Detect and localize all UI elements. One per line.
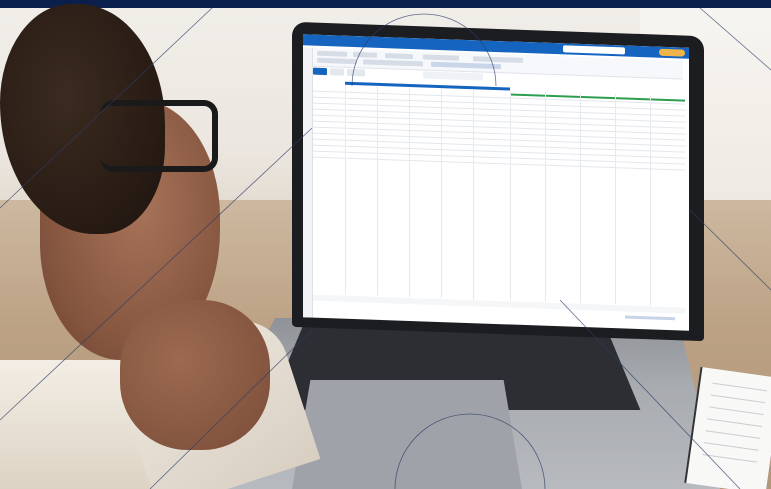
grid-col-line — [650, 95, 651, 306]
grid-col-line — [345, 84, 346, 295]
person-glasses — [100, 100, 218, 172]
notebook-line — [707, 418, 762, 427]
grid-row-line — [313, 156, 685, 171]
filter-chip — [317, 50, 347, 57]
grid-col-line — [510, 90, 511, 301]
filter-chip — [363, 59, 423, 67]
photo-scene — [0, 0, 771, 489]
search-box — [423, 71, 483, 81]
grid-col-line — [615, 94, 616, 305]
grid-col-line — [545, 91, 546, 302]
person-hand — [120, 300, 270, 450]
tab — [347, 68, 365, 77]
filter-chip — [431, 61, 501, 70]
data-grid — [313, 81, 685, 309]
notebook — [684, 366, 771, 489]
notebook-line — [703, 442, 759, 451]
app-user-badge — [659, 48, 685, 57]
top-brand-band — [0, 0, 771, 8]
filter-chip — [385, 53, 413, 60]
filter-chip — [317, 57, 357, 65]
filter-chip — [473, 56, 523, 63]
grid-col-line — [377, 85, 378, 296]
grid-col-line — [580, 92, 581, 303]
filter-chip — [423, 54, 459, 61]
laptop-touchpad — [292, 380, 522, 489]
laptop-screen — [303, 34, 689, 331]
tab — [330, 68, 344, 76]
app-search-pill — [563, 45, 625, 55]
grid-col-line — [409, 86, 410, 297]
notebook-line — [710, 394, 766, 404]
notebook-line — [705, 430, 761, 439]
notebook-line — [708, 406, 764, 416]
app-sidebar — [303, 47, 313, 318]
grid-header-band-blue — [345, 81, 510, 91]
notebook-line — [712, 382, 767, 392]
filter-chip — [353, 52, 377, 58]
app-footer-link — [625, 315, 675, 321]
grid-col-line — [473, 89, 474, 300]
tab-active — [313, 67, 327, 76]
grid-col-line — [441, 88, 442, 299]
notebook-line — [702, 453, 757, 463]
